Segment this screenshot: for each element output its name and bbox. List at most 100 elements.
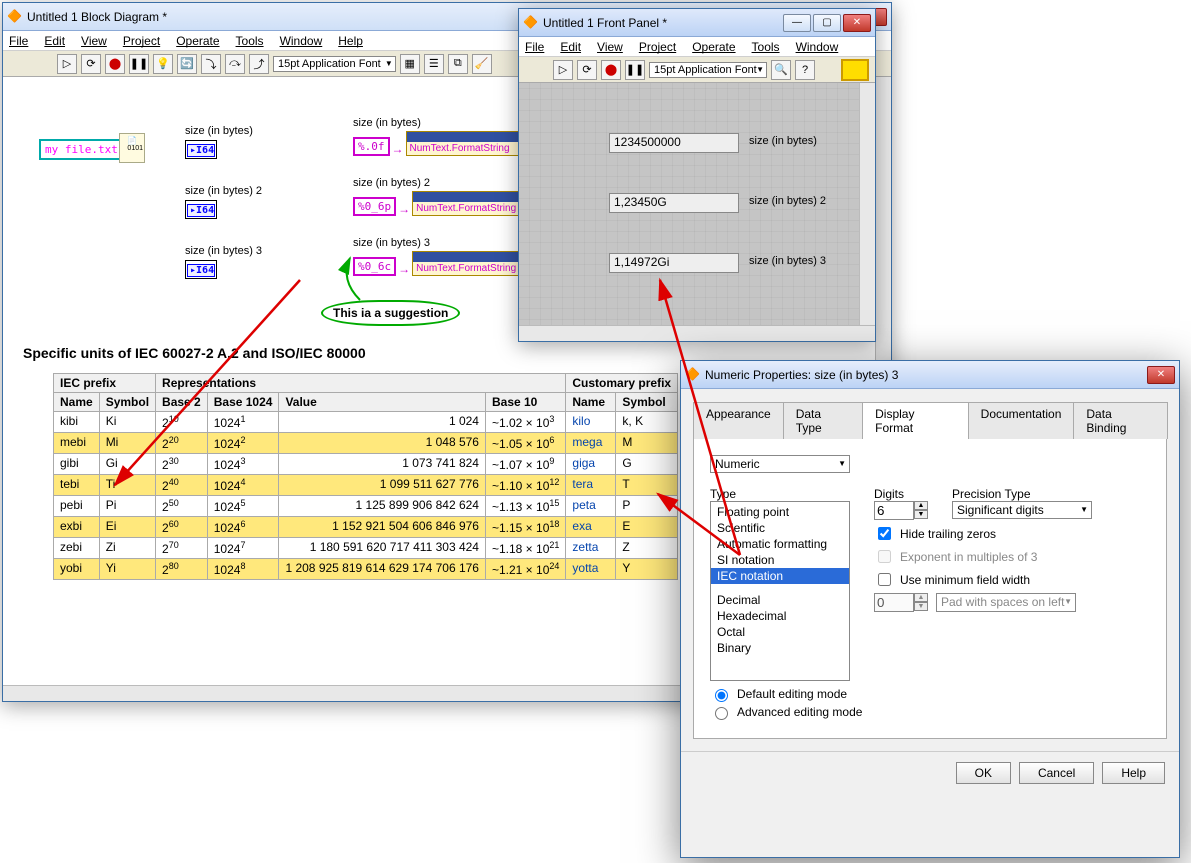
pad-dropdown: Pad with spaces on left (936, 593, 1076, 612)
menu-edit[interactable]: Edit (558, 40, 583, 54)
digits-input[interactable] (874, 501, 914, 520)
distribute-button[interactable]: ☰ (424, 54, 444, 74)
list-item[interactable]: Floating point (711, 504, 849, 520)
indicator-size-1[interactable]: ▸I64 (185, 140, 217, 159)
run-button[interactable]: ▷ (57, 54, 77, 74)
indicator-value-2[interactable]: 1,23450G (609, 193, 739, 213)
menu-tools[interactable]: Tools (750, 40, 782, 54)
cancel-button[interactable]: Cancel (1019, 762, 1094, 784)
min-field-width-checkbox[interactable] (878, 573, 891, 586)
menu-file[interactable]: File (7, 34, 30, 48)
help-button[interactable]: Help (1102, 762, 1165, 784)
list-item[interactable]: Octal (711, 624, 849, 640)
min-field-width-label: Use minimum field width (900, 573, 1030, 587)
label-prop-1: size (in bytes) (353, 117, 421, 129)
indicator-size-3[interactable]: ▸I64 (185, 260, 217, 279)
list-item[interactable]: SI notation (711, 552, 849, 568)
highlight-exec-button[interactable]: 💡 (153, 54, 173, 74)
advanced-editing-radio[interactable] (715, 707, 728, 720)
tab-display-format[interactable]: Display Format (862, 402, 969, 439)
format-constant-2[interactable]: %0_6p (353, 197, 396, 216)
tab-data-type[interactable]: Data Type (783, 402, 863, 439)
list-item[interactable]: Binary (711, 640, 849, 656)
dlg-titlebar[interactable]: 🔶 Numeric Properties: size (in bytes) 3 … (681, 361, 1179, 389)
string-constant-file[interactable]: my file.txt (39, 139, 124, 160)
step-into-button[interactable]: ⤵ (201, 54, 221, 74)
maximize-button[interactable]: ▢ (813, 14, 841, 32)
labview-icon: 🔶 (685, 367, 701, 383)
spinner-up-icon[interactable]: ▲ (914, 501, 928, 510)
menu-help[interactable]: Help (336, 34, 365, 48)
fp-canvas[interactable]: 1234500000 size (in bytes) 1,23450G size… (519, 83, 875, 341)
digits-label: Digits (874, 487, 928, 501)
tab-appearance[interactable]: Appearance (693, 402, 784, 439)
abort-button[interactable]: ⬤ (105, 54, 125, 74)
step-out-button[interactable]: ⤴ (249, 54, 269, 74)
indicator-size-2[interactable]: ▸I64 (185, 200, 217, 219)
tab-data-binding[interactable]: Data Binding (1073, 402, 1168, 439)
reorder-button[interactable]: ⧉ (448, 54, 468, 74)
pause-button[interactable]: ❚❚ (625, 60, 645, 80)
help-button[interactable]: ? (795, 60, 815, 80)
min-width-spinner: ▲▼ (874, 593, 928, 612)
indicator-value-3[interactable]: 1,14972Gi (609, 253, 739, 273)
format-constant-3[interactable]: %0_6c (353, 257, 396, 276)
wire-icon: → (392, 142, 404, 156)
category-dropdown[interactable]: Numeric (710, 455, 850, 473)
menu-view[interactable]: View (79, 34, 109, 48)
menu-view[interactable]: View (595, 40, 625, 54)
run-button[interactable]: ▷ (553, 60, 573, 80)
spinner-down-icon[interactable]: ▼ (914, 510, 928, 519)
run-continuous-button[interactable]: ⟳ (81, 54, 101, 74)
cleanup-button[interactable]: 🧹 (472, 54, 492, 74)
list-item[interactable]: Scientific (711, 520, 849, 536)
table-row: zebiZi270102471 180 591 620 717 411 303 … (54, 538, 678, 559)
abort-button[interactable]: ⬤ (601, 60, 621, 80)
list-item[interactable]: Automatic formatting (711, 536, 849, 552)
font-dropdown[interactable]: 15pt Application Font (649, 62, 767, 78)
minimize-button[interactable]: — (783, 14, 811, 32)
align-button[interactable]: ▦ (400, 54, 420, 74)
table-row: exbiEi260102461 152 921 504 606 846 976~… (54, 517, 678, 538)
indicator-value-1[interactable]: 1234500000 (609, 133, 739, 153)
list-item[interactable]: IEC notation (711, 568, 849, 584)
type-list[interactable]: Floating pointScientificAutomatic format… (710, 501, 850, 681)
menu-project[interactable]: Project (121, 34, 162, 48)
format-constant-1[interactable]: %.0f (353, 137, 390, 156)
property-node-1[interactable]: NumText.FormatString (406, 131, 536, 156)
menu-project[interactable]: Project (637, 40, 678, 54)
step-over-button[interactable]: ⤼ (225, 54, 245, 74)
file-size-node[interactable]: 📄 0101 (119, 133, 145, 163)
menu-tools[interactable]: Tools (234, 34, 266, 48)
exponent-multiples-checkbox (878, 550, 891, 563)
default-editing-radio[interactable] (715, 689, 728, 702)
retain-values-button[interactable]: 🔄 (177, 54, 197, 74)
fp-titlebar[interactable]: 🔶 Untitled 1 Front Panel * — ▢ ✕ (519, 9, 875, 37)
menu-file[interactable]: File (523, 40, 546, 54)
digits-spinner[interactable]: ▲▼ (874, 501, 928, 520)
list-item[interactable]: Hexadecimal (711, 608, 849, 624)
run-continuous-button[interactable]: ⟳ (577, 60, 597, 80)
menu-edit[interactable]: Edit (42, 34, 67, 48)
hide-trailing-zeros-checkbox[interactable] (878, 527, 891, 540)
fp-scrollbar-vertical[interactable] (859, 83, 875, 325)
close-button[interactable]: ✕ (1147, 366, 1175, 384)
vi-icon[interactable] (841, 59, 869, 81)
list-item[interactable]: Decimal (711, 592, 849, 608)
menu-window[interactable]: Window (278, 34, 325, 48)
menu-operate[interactable]: Operate (690, 40, 737, 54)
precision-dropdown[interactable]: Significant digits (952, 501, 1092, 519)
search-button[interactable]: 🔍 (771, 60, 791, 80)
close-button[interactable]: ✕ (843, 14, 871, 32)
label-size-2: size (in bytes) 2 (185, 185, 262, 197)
table-row: tebiTi240102441 099 511 627 776~1.10 × 1… (54, 475, 678, 496)
font-dropdown[interactable]: 15pt Application Font (273, 56, 396, 72)
pause-button[interactable]: ❚❚ (129, 54, 149, 74)
tab-documentation[interactable]: Documentation (968, 402, 1075, 439)
fp-title: Untitled 1 Front Panel * (543, 16, 783, 30)
dlg-title: Numeric Properties: size (in bytes) 3 (705, 368, 1147, 382)
fp-scrollbar-horizontal[interactable] (519, 325, 875, 341)
menu-operate[interactable]: Operate (174, 34, 221, 48)
menu-window[interactable]: Window (794, 40, 841, 54)
ok-button[interactable]: OK (956, 762, 1011, 784)
